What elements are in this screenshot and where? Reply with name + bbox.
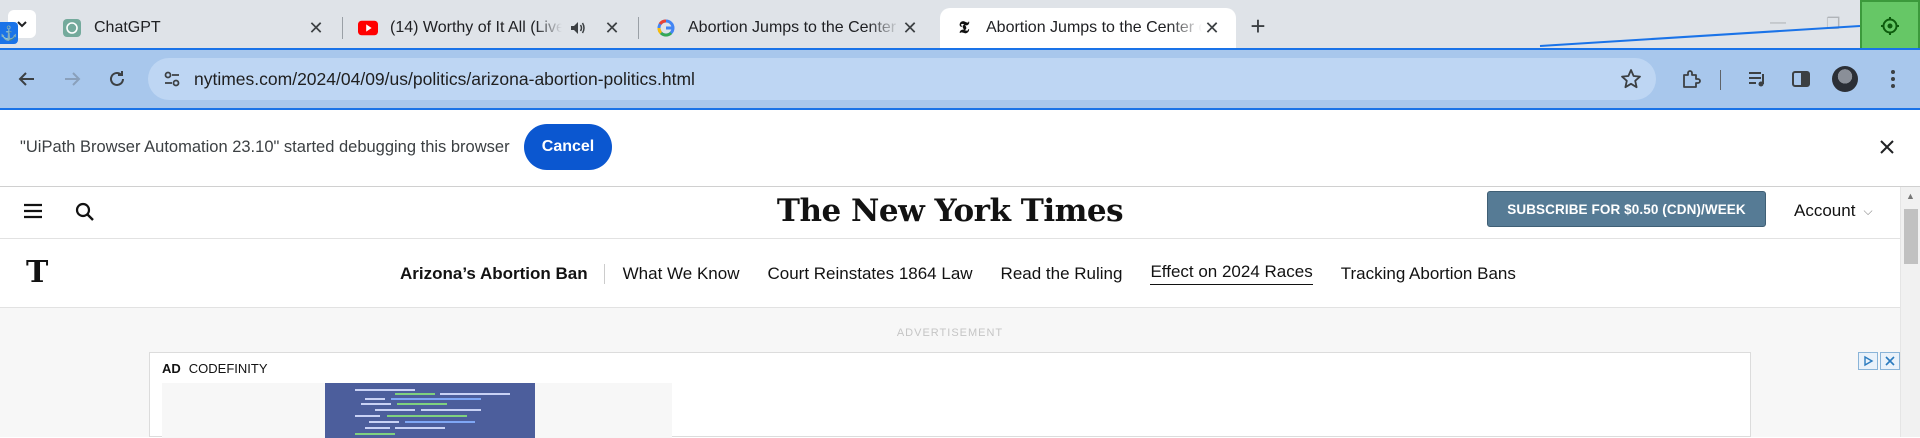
subnav-item-effect-2024[interactable]: Effect on 2024 Races [1150,262,1313,285]
forward-button[interactable] [55,62,89,96]
ad-image-area [162,383,672,438]
nyt-masthead: The New York Times SUBSCRIBE FOR $0.50 (… [0,187,1900,239]
minimize-icon[interactable]: — [1770,14,1786,32]
anchor-icon: ⚓ [0,22,18,44]
page-scrollbar[interactable]: ▲ [1900,187,1920,437]
more-menu-icon[interactable] [1876,62,1910,96]
close-ad-icon[interactable] [1880,352,1900,370]
ad-code-image [325,383,535,438]
google-icon [656,18,676,38]
tab-nyt-active[interactable]: 𝕿 Abortion Jumps to the Center o ✕ [940,8,1236,48]
subscribe-button[interactable]: SUBSCRIBE FOR $0.50 (CDN)/WEEK [1487,191,1766,227]
ad-sponsor: CODEFINITY [188,361,268,376]
new-tab-button[interactable]: + [1244,11,1272,41]
ad-tag: AD CODEFINITY [162,361,268,376]
subnav-item-court-reinstates[interactable]: Court Reinstates 1864 Law [767,264,972,284]
toolbar-separator [1720,70,1721,90]
tab-strip: ⚓ ChatGPT ✕ (14) Worthy of It All (Live)… [0,0,1920,52]
tab-title: (14) Worthy of It All (Live) | [390,19,562,36]
extensions-icon[interactable] [1674,62,1708,96]
close-icon[interactable]: ✕ [1202,18,1222,38]
ad-banner[interactable]: AD CODEFINITY [149,352,1751,438]
scrollbar-thumb[interactable] [1904,209,1918,264]
target-icon [1881,17,1899,35]
restore-icon[interactable]: ❐ [1826,14,1840,34]
arrow-right-icon [65,72,81,86]
account-menu[interactable]: Account ⌵ [1794,201,1873,221]
subnav-separator [603,263,605,284]
browser-toolbar: nytimes.com/2024/04/09/us/politics/arizo… [0,48,1920,110]
subnav-item-what-we-know[interactable]: What We Know [623,264,740,284]
reload-icon [110,71,124,86]
bookmark-star-icon[interactable] [1620,68,1642,90]
ad-choices[interactable] [1858,352,1900,370]
tab-title: ChatGPT [94,19,161,36]
chevron-down-icon: ⌵ [1863,203,1873,218]
youtube-icon [358,18,378,38]
close-icon[interactable]: ✕ [900,18,920,38]
subnav-items: Arizona’s Abortion Ban What We Know Cour… [400,262,1544,285]
address-bar[interactable]: nytimes.com/2024/04/09/us/politics/arizo… [148,58,1656,100]
nyt-t-logo[interactable]: T [26,255,48,290]
media-controls-icon[interactable] [1740,62,1774,96]
topic-subnav: T Arizona’s Abortion Ban What We Know Co… [0,239,1900,308]
url-text: nytimes.com/2024/04/09/us/politics/arizo… [194,68,695,89]
tab-google[interactable]: Abortion Jumps to the Center o ✕ [642,8,934,48]
tab-youtube[interactable]: (14) Worthy of It All (Live) | ✕ [344,8,636,48]
account-label: Account [1794,201,1856,220]
subnav-title[interactable]: Arizona’s Abortion Ban [400,264,588,284]
close-icon[interactable]: ✕ [306,18,326,38]
advertisement-label: ADVERTISEMENT [896,327,1004,339]
subnav-item-tracking-bans[interactable]: Tracking Abortion Bans [1341,264,1516,284]
cancel-button[interactable]: Cancel [524,124,612,170]
uipath-extension-indicator[interactable] [1860,0,1920,52]
arrow-left-icon [18,72,34,86]
chatgpt-icon [62,18,82,38]
nyt-icon: 𝕿 [958,18,970,38]
ad-badge: AD [162,361,181,376]
tab-chatgpt[interactable]: ChatGPT ✕ [48,8,340,48]
close-icon[interactable]: ✕ [602,18,622,38]
side-panel-icon[interactable] [1784,62,1818,96]
reload-button[interactable] [100,62,134,96]
infobar-message: "UiPath Browser Automation 23.10" starte… [20,138,510,156]
tab-title: Abortion Jumps to the Center o [986,19,1202,36]
debugging-infobar: "UiPath Browser Automation 23.10" starte… [0,110,1920,187]
close-icon[interactable] [1874,134,1900,160]
profile-avatar[interactable] [1832,66,1858,92]
speaker-icon[interactable] [568,18,588,38]
scroll-up-arrow-icon[interactable]: ▲ [1906,191,1915,201]
site-info-icon[interactable] [162,69,182,89]
tab-separator [342,17,343,39]
back-button[interactable] [10,62,44,96]
tab-title: Abortion Jumps to the Center o [688,19,900,36]
subnav-item-read-ruling[interactable]: Read the Ruling [1001,264,1123,284]
page-content: The New York Times SUBSCRIBE FOR $0.50 (… [0,187,1900,438]
adchoices-icon[interactable] [1858,352,1878,370]
tab-separator [638,17,639,39]
